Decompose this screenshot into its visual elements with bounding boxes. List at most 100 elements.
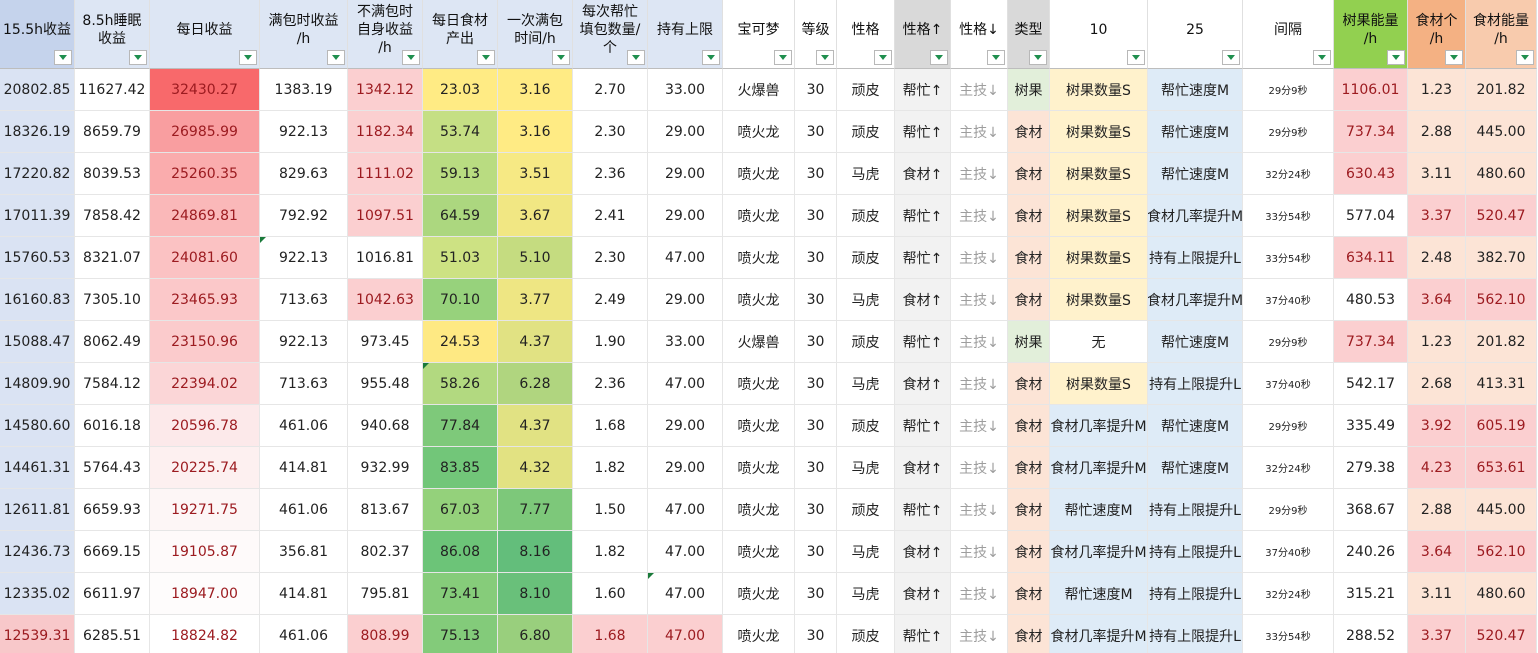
table-cell[interactable]: 22394.02: [150, 363, 260, 405]
table-cell[interactable]: 主技↓: [951, 153, 1008, 195]
table-cell[interactable]: 932.99: [348, 447, 423, 489]
table-cell[interactable]: 29.00: [648, 153, 723, 195]
table-cell[interactable]: 帮忙速度M: [1050, 489, 1148, 531]
table-cell[interactable]: 2.41: [573, 195, 648, 237]
filter-dropdown-icon[interactable]: [239, 50, 257, 65]
table-cell[interactable]: 30: [795, 573, 837, 615]
table-cell[interactable]: 922.13: [260, 237, 348, 279]
table-cell[interactable]: 47.00: [648, 573, 723, 615]
table-cell[interactable]: 6.80: [498, 615, 573, 653]
table-cell[interactable]: 520.47: [1466, 195, 1537, 237]
table-cell[interactable]: 1.60: [573, 573, 648, 615]
table-cell[interactable]: 6659.93: [75, 489, 150, 531]
table-cell[interactable]: 无: [1050, 321, 1148, 363]
table-cell[interactable]: 食材: [1008, 615, 1050, 653]
table-cell[interactable]: 4.37: [498, 321, 573, 363]
table-cell[interactable]: 喷火龙: [723, 615, 795, 653]
table-cell[interactable]: 8.16: [498, 531, 573, 573]
table-cell[interactable]: 30: [795, 363, 837, 405]
table-cell[interactable]: 653.61: [1466, 447, 1537, 489]
table-cell[interactable]: 461.06: [260, 405, 348, 447]
table-cell[interactable]: 主技↓: [951, 69, 1008, 111]
table-cell[interactable]: 树果数量S: [1050, 237, 1148, 279]
table-cell[interactable]: 持有上限提升L: [1148, 237, 1243, 279]
table-cell[interactable]: 29分9秒: [1243, 405, 1334, 447]
table-cell[interactable]: 19271.75: [150, 489, 260, 531]
table-cell[interactable]: 288.52: [1334, 615, 1408, 653]
table-cell[interactable]: 帮忙↑: [895, 111, 951, 153]
table-cell[interactable]: 24869.81: [150, 195, 260, 237]
table-cell[interactable]: 634.11: [1334, 237, 1408, 279]
table-cell[interactable]: 47.00: [648, 615, 723, 653]
table-cell[interactable]: 15760.53: [0, 237, 75, 279]
table-cell[interactable]: 2.30: [573, 237, 648, 279]
table-cell[interactable]: 8039.53: [75, 153, 150, 195]
table-cell[interactable]: 30: [795, 237, 837, 279]
table-cell[interactable]: 6285.51: [75, 615, 150, 653]
table-cell[interactable]: 6.28: [498, 363, 573, 405]
table-cell[interactable]: 808.99: [348, 615, 423, 653]
table-cell[interactable]: 顽皮: [837, 489, 895, 531]
column-header[interactable]: 食材个 /h: [1408, 0, 1466, 69]
table-cell[interactable]: 食材: [1008, 195, 1050, 237]
table-cell[interactable]: 顽皮: [837, 321, 895, 363]
table-cell[interactable]: 持有上限提升L: [1148, 573, 1243, 615]
column-header[interactable]: 满包时收益 /h: [260, 0, 348, 69]
filter-dropdown-icon[interactable]: [1387, 50, 1405, 65]
table-cell[interactable]: 47.00: [648, 363, 723, 405]
table-cell[interactable]: 605.19: [1466, 405, 1537, 447]
table-cell[interactable]: 14809.90: [0, 363, 75, 405]
table-cell[interactable]: 20225.74: [150, 447, 260, 489]
table-cell[interactable]: 67.03: [423, 489, 498, 531]
table-cell[interactable]: 29.00: [648, 279, 723, 321]
table-cell[interactable]: 6016.18: [75, 405, 150, 447]
table-cell[interactable]: 32分24秒: [1243, 153, 1334, 195]
table-cell[interactable]: 1.68: [573, 405, 648, 447]
column-header[interactable]: 10: [1050, 0, 1148, 69]
table-cell[interactable]: 11627.42: [75, 69, 150, 111]
table-cell[interactable]: 18824.82: [150, 615, 260, 653]
table-cell[interactable]: 480.60: [1466, 153, 1537, 195]
table-cell[interactable]: 主技↓: [951, 111, 1008, 153]
table-cell[interactable]: 1.68: [573, 615, 648, 653]
table-cell[interactable]: 32430.27: [150, 69, 260, 111]
column-header[interactable]: 宝可梦: [723, 0, 795, 69]
table-cell[interactable]: 83.85: [423, 447, 498, 489]
table-cell[interactable]: 3.77: [498, 279, 573, 321]
table-cell[interactable]: 食材: [1008, 489, 1050, 531]
table-cell[interactable]: 713.63: [260, 279, 348, 321]
table-cell[interactable]: 树果数量S: [1050, 363, 1148, 405]
table-cell[interactable]: 53.74: [423, 111, 498, 153]
table-cell[interactable]: 3.16: [498, 111, 573, 153]
table-cell[interactable]: 食材: [1008, 405, 1050, 447]
table-cell[interactable]: 6669.15: [75, 531, 150, 573]
table-cell[interactable]: 30: [795, 615, 837, 653]
table-cell[interactable]: 喷火龙: [723, 195, 795, 237]
table-cell[interactable]: 喷火龙: [723, 405, 795, 447]
table-cell[interactable]: 240.26: [1334, 531, 1408, 573]
column-header[interactable]: 性格↓: [951, 0, 1008, 69]
column-header[interactable]: 类型: [1008, 0, 1050, 69]
table-cell[interactable]: 3.16: [498, 69, 573, 111]
table-cell[interactable]: 1182.34: [348, 111, 423, 153]
table-cell[interactable]: 20802.85: [0, 69, 75, 111]
table-cell[interactable]: 562.10: [1466, 531, 1537, 573]
table-cell[interactable]: 29分9秒: [1243, 321, 1334, 363]
table-cell[interactable]: 马虎: [837, 363, 895, 405]
table-cell[interactable]: 30: [795, 321, 837, 363]
table-cell[interactable]: 喷火龙: [723, 573, 795, 615]
filter-dropdown-icon[interactable]: [874, 50, 892, 65]
table-cell[interactable]: 24.53: [423, 321, 498, 363]
filter-dropdown-icon[interactable]: [1516, 50, 1534, 65]
table-cell[interactable]: 33.00: [648, 321, 723, 363]
table-cell[interactable]: 1.90: [573, 321, 648, 363]
table-cell[interactable]: 30: [795, 69, 837, 111]
table-cell[interactable]: 3.11: [1408, 573, 1466, 615]
table-cell[interactable]: 喷火龙: [723, 153, 795, 195]
table-cell[interactable]: 37分40秒: [1243, 531, 1334, 573]
table-cell[interactable]: 940.68: [348, 405, 423, 447]
table-cell[interactable]: 382.70: [1466, 237, 1537, 279]
table-cell[interactable]: 1.50: [573, 489, 648, 531]
table-cell[interactable]: 12335.02: [0, 573, 75, 615]
table-cell[interactable]: 3.51: [498, 153, 573, 195]
